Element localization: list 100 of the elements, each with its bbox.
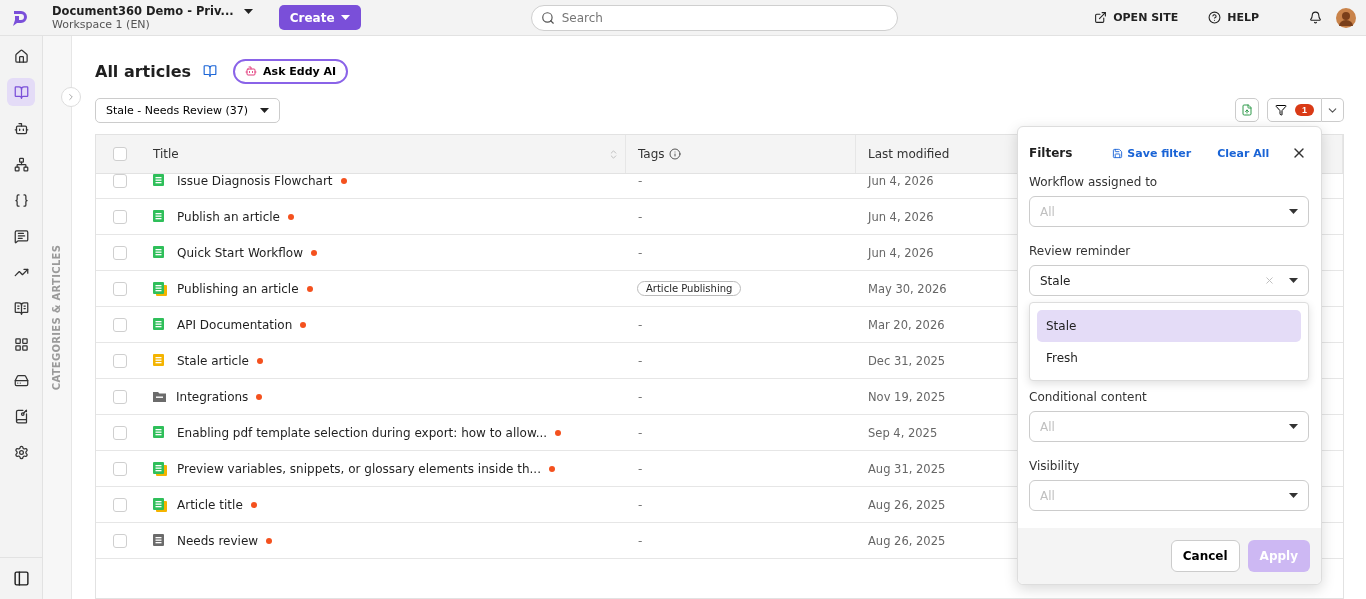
filter-button[interactable]: 1	[1267, 98, 1322, 122]
status-dot	[250, 501, 257, 508]
article-title[interactable]: API Documentation	[177, 317, 293, 332]
avatar-icon[interactable]	[1336, 7, 1356, 28]
clear-all-link[interactable]: Clear All	[1217, 146, 1270, 160]
save-filter-link[interactable]: Save filter	[1112, 146, 1192, 160]
document-icon	[153, 353, 167, 368]
filter-icon	[1275, 104, 1287, 116]
date-cell: Dec 31, 2025	[868, 353, 946, 368]
status-dot	[555, 429, 562, 436]
article-title[interactable]: Needs review	[177, 533, 259, 548]
row-checkbox[interactable]	[113, 533, 127, 548]
caret-icon	[1289, 209, 1298, 214]
select-all-checkbox[interactable]	[113, 147, 127, 161]
search-field[interactable]: Search	[530, 4, 898, 31]
info-icon	[668, 148, 681, 160]
row-checkbox[interactable]	[113, 209, 127, 224]
tags-cell: -	[638, 497, 643, 512]
column-header[interactable]: Last modified	[868, 147, 950, 161]
cancel-button[interactable]: Cancel	[1170, 540, 1240, 572]
tree-icon	[13, 156, 29, 172]
book-key-icon	[13, 408, 29, 424]
row-checkbox[interactable]	[113, 461, 127, 476]
row-checkbox[interactable]	[113, 353, 127, 368]
header-link[interactable]: HELP	[1208, 11, 1259, 24]
header-link[interactable]: OPEN SITE	[1094, 11, 1179, 24]
row-checkbox[interactable]	[113, 497, 127, 512]
article-title[interactable]: Article title	[177, 497, 243, 512]
date-cell: May 30, 2026	[868, 281, 947, 296]
settings-icon	[13, 444, 29, 460]
tags-cell: -	[638, 317, 643, 332]
braces-icon	[13, 192, 29, 208]
article-title[interactable]: Quick Start Workflow	[177, 245, 303, 260]
create-button[interactable]: Create	[278, 5, 361, 30]
row-checkbox[interactable]	[113, 281, 127, 296]
book-icon[interactable]	[203, 64, 218, 78]
drive-icon	[13, 372, 29, 388]
article-title[interactable]: Integrations	[176, 389, 249, 404]
status-dot	[340, 177, 347, 184]
dropdown-option[interactable]: Stale	[1037, 310, 1301, 342]
date-cell: Aug 26, 2025	[868, 497, 946, 512]
row-checkbox[interactable]	[113, 174, 127, 188]
article-title[interactable]: Preview variables, snippets, or glossary elements inside th...	[177, 461, 541, 476]
bot-icon	[245, 65, 258, 77]
grid-icon	[13, 336, 29, 352]
filter-count: 1	[1295, 104, 1314, 116]
status-dot	[311, 249, 317, 256]
book-icon	[13, 300, 29, 316]
external-link-icon	[1094, 11, 1108, 24]
folder-icon	[153, 391, 166, 402]
field-label: Visibility	[1029, 459, 1081, 474]
tags-cell: -	[638, 533, 643, 548]
date-cell: Jun 4, 2026	[868, 174, 934, 188]
article-title[interactable]: Stale article	[177, 353, 249, 368]
panel-toggle-icon[interactable]	[12, 570, 30, 587]
status-dot	[256, 357, 263, 364]
caret-icon	[260, 107, 270, 113]
view-select[interactable]: Stale - Needs Review (37)	[95, 97, 281, 123]
save-icon	[1112, 147, 1124, 159]
document-icon	[153, 497, 167, 512]
status-dot	[256, 393, 263, 400]
search-icon	[540, 10, 555, 25]
page-title: All articles	[95, 61, 192, 81]
tags-cell: -	[638, 461, 643, 476]
row-checkbox[interactable]	[113, 389, 127, 404]
article-title[interactable]: Publish an article	[177, 209, 280, 224]
nav-button[interactable]	[7, 78, 35, 106]
chat-icon	[13, 228, 29, 244]
document-icon	[153, 209, 167, 224]
status-dot	[306, 285, 313, 292]
side-panel-label: CATEGORIES & ARTICLES	[51, 244, 63, 391]
home-icon	[13, 48, 29, 64]
caret-icon[interactable]	[243, 8, 253, 14]
date-cell: Jun 4, 2026	[868, 245, 934, 260]
date-cell: Mar 20, 2026	[868, 317, 945, 332]
article-title[interactable]: Issue Diagnosis Flowchart	[177, 174, 333, 188]
column-header[interactable]: Tags	[638, 147, 665, 161]
notification-icon[interactable]	[1309, 11, 1322, 24]
column-header[interactable]: Title	[153, 147, 179, 161]
caret-icon	[340, 15, 350, 20]
document-icon	[153, 533, 167, 548]
field-label: Review reminder	[1029, 244, 1132, 259]
filter-select[interactable]: Stale	[1029, 265, 1309, 296]
caret-icon	[1289, 493, 1298, 498]
ask-ai-button[interactable]: Ask Eddy AI	[233, 58, 349, 84]
article-title[interactable]: Publishing an article	[177, 281, 299, 296]
document-icon	[153, 425, 167, 440]
document-icon	[153, 461, 167, 476]
chevron-icon	[66, 92, 76, 102]
row-checkbox[interactable]	[113, 317, 127, 332]
article-title[interactable]: Enabling pdf template selection during export: how to allow...	[177, 425, 548, 440]
row-checkbox[interactable]	[113, 425, 127, 440]
document-icon	[153, 245, 167, 260]
filter-menu-button[interactable]	[1322, 98, 1344, 122]
status-dot	[288, 213, 294, 220]
tags-cell: -	[638, 174, 643, 188]
row-checkbox[interactable]	[113, 245, 127, 260]
dropdown-option[interactable]: Fresh	[1037, 342, 1301, 374]
status-dot	[548, 465, 555, 472]
book-icon	[13, 84, 29, 100]
